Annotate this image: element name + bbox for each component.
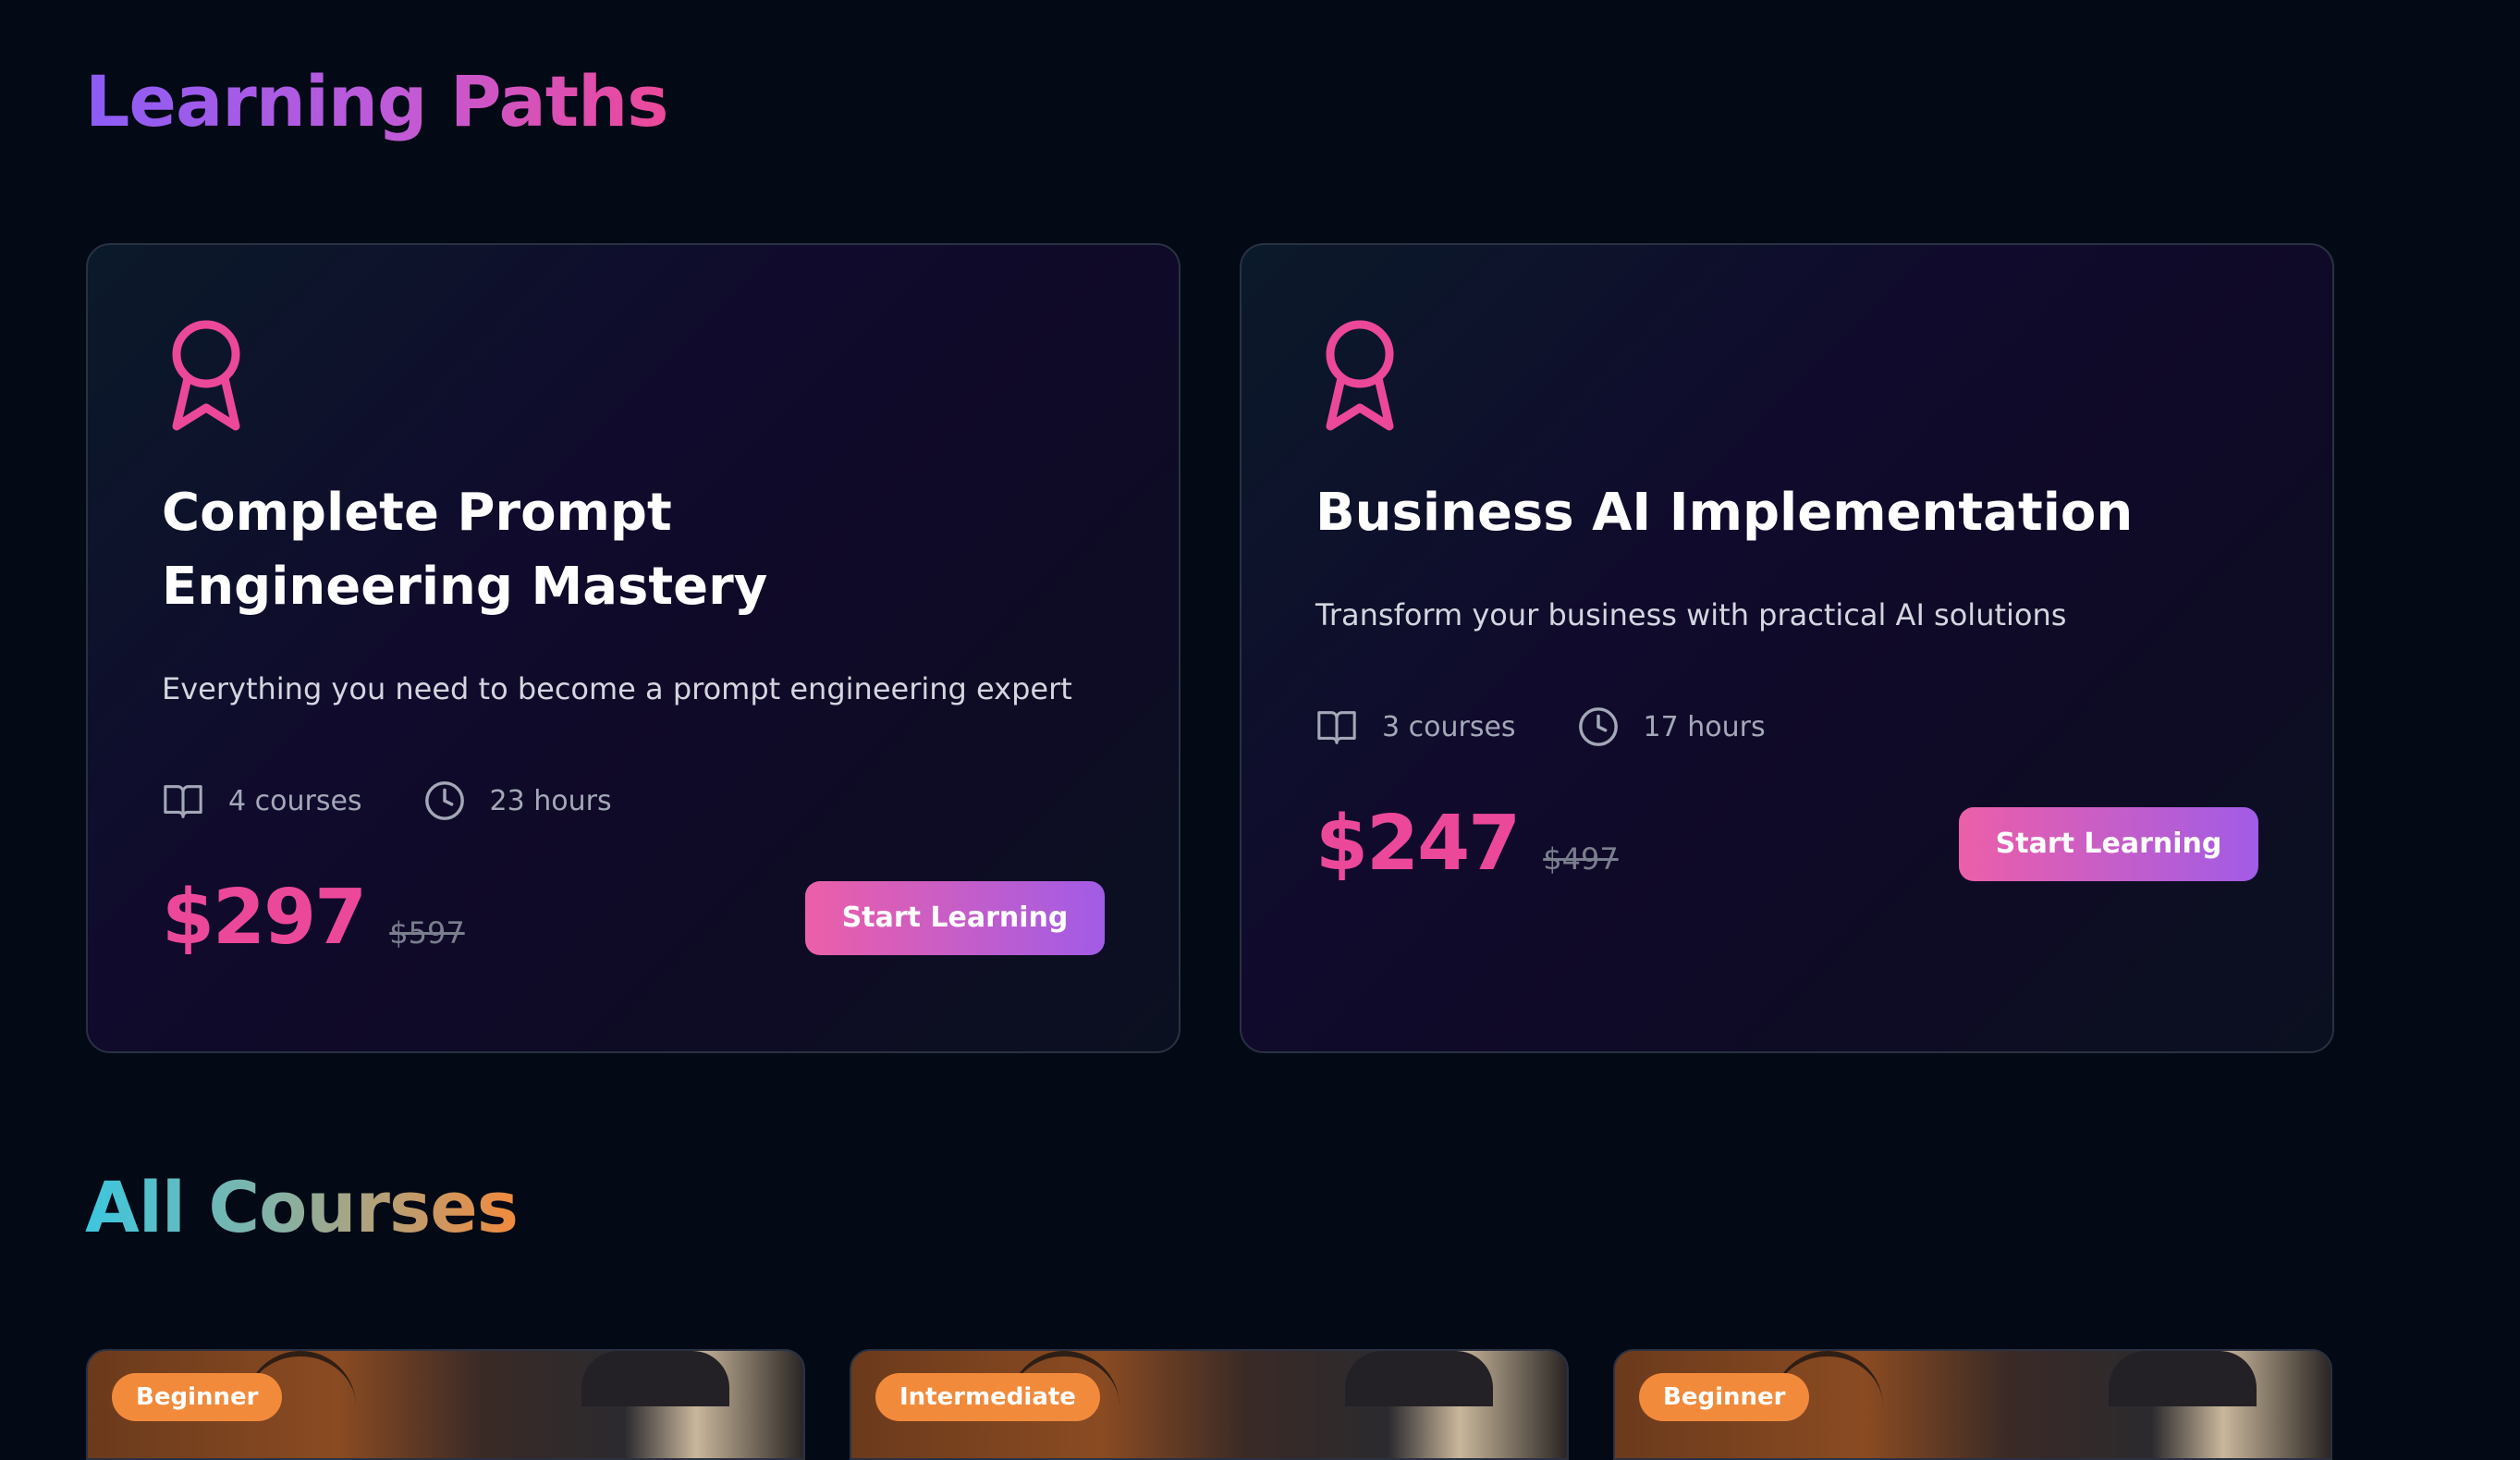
hours-count-label: 23 hours — [489, 784, 612, 817]
award-icon — [1326, 320, 1394, 431]
award-icon — [172, 320, 240, 431]
all-courses-title: All Courses — [85, 1166, 519, 1248]
path-meta: 4 courses 23 hours — [162, 779, 1105, 822]
learning-path-card: Complete Prompt Engineering Mastery Ever… — [86, 243, 1180, 1053]
book-icon — [1317, 711, 1356, 744]
hours-count-label: 17 hours — [1643, 710, 1766, 743]
path-title: Business AI Implementation — [1315, 483, 2134, 543]
course-card[interactable]: Beginner — [1613, 1349, 2332, 1460]
level-badge: Beginner — [112, 1373, 283, 1421]
path-meta: 3 courses 17 hours — [1315, 705, 2258, 748]
path-title: Complete Prompt Engineering Mastery — [162, 483, 768, 617]
courses-count-label: 4 courses — [228, 784, 362, 817]
courses-count-label: 3 courses — [1382, 710, 1516, 743]
course-thumbnail-detail — [2109, 1351, 2257, 1406]
level-badge: Intermediate — [875, 1373, 1100, 1421]
course-card[interactable]: Beginner — [86, 1349, 805, 1460]
book-icon — [164, 785, 202, 818]
clock-icon — [1578, 707, 1618, 746]
hours-count: 23 hours — [423, 779, 612, 822]
course-thumbnail-detail — [581, 1351, 729, 1406]
learning-paths-title: Learning Paths — [85, 60, 668, 142]
path-description: Everything you need to become a prompt e… — [162, 671, 1072, 706]
hours-count: 17 hours — [1577, 705, 1766, 748]
clock-icon — [424, 781, 464, 820]
price-row: $297 $597 Start Learning — [162, 874, 1105, 962]
start-learning-button[interactable]: Start Learning — [805, 880, 1105, 955]
start-learning-button[interactable]: Start Learning — [1959, 806, 2258, 881]
price: $247 — [1315, 800, 1521, 888]
original-price: $597 — [389, 915, 465, 951]
path-description: Transform your business with practical A… — [1315, 597, 2067, 632]
course-card[interactable]: Intermediate — [850, 1349, 1569, 1460]
original-price: $497 — [1543, 841, 1619, 877]
price: $297 — [162, 874, 367, 962]
level-badge: Beginner — [1639, 1373, 1810, 1421]
courses-count: 3 courses — [1315, 705, 1516, 748]
learning-path-card: Business AI Implementation Transform you… — [1240, 243, 2334, 1053]
price-row: $247 $497 Start Learning — [1315, 800, 2258, 888]
course-thumbnail-detail — [1345, 1351, 1493, 1406]
courses-count: 4 courses — [162, 779, 362, 822]
